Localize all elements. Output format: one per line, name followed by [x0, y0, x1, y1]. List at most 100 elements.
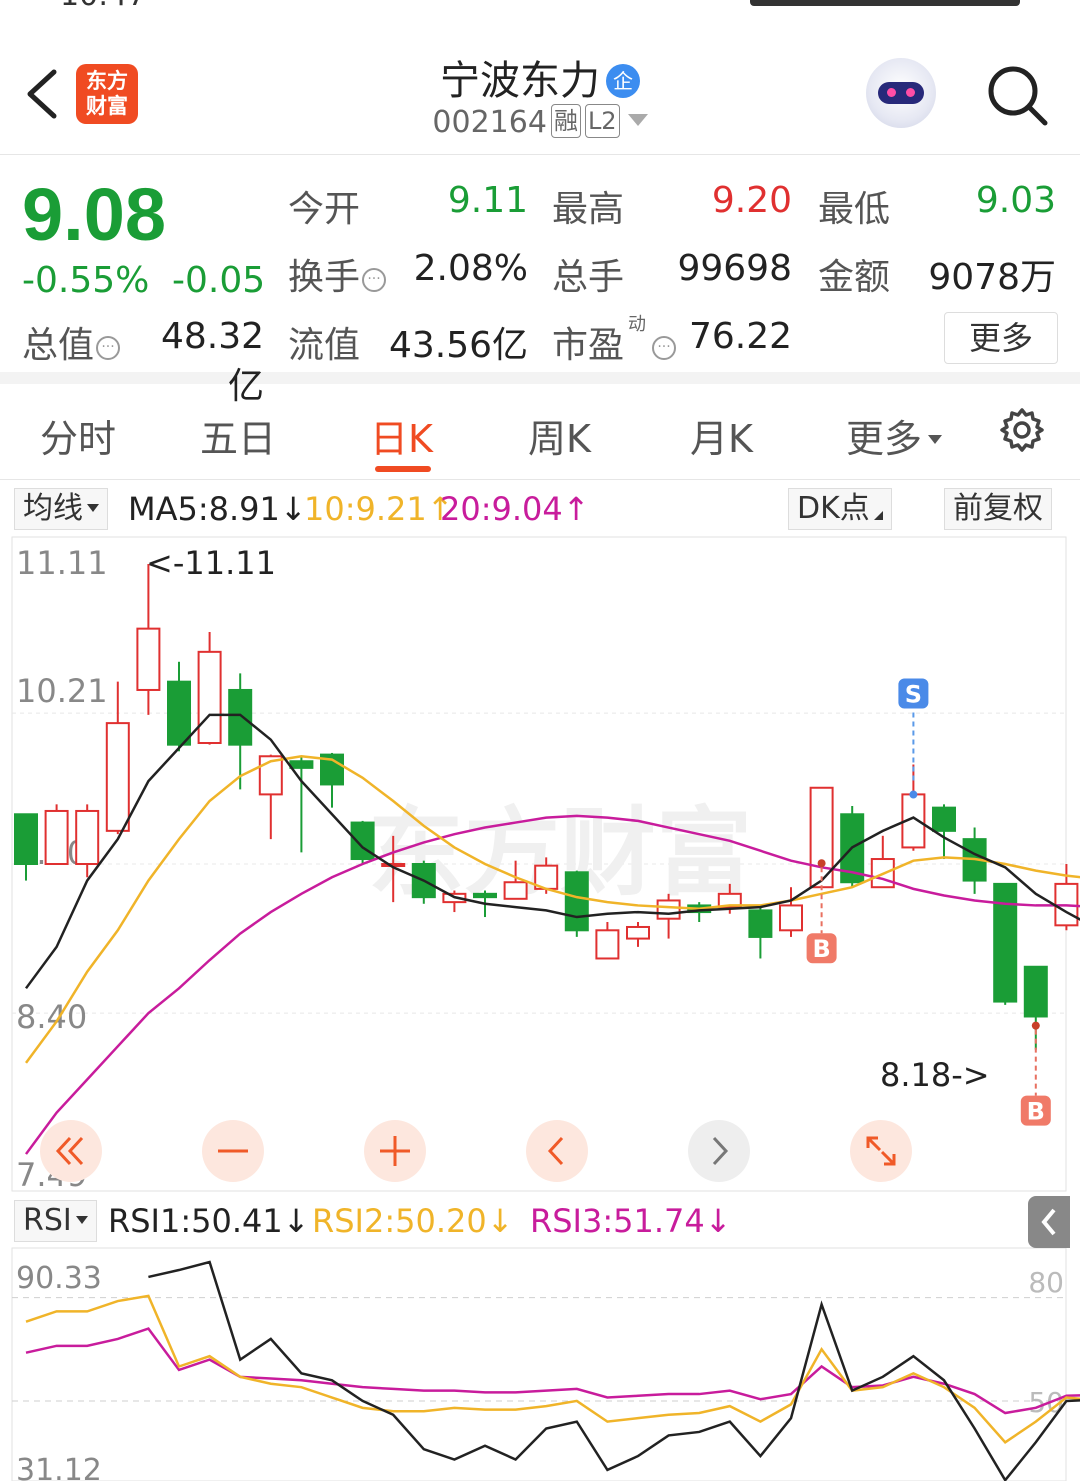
plus-icon — [380, 1136, 410, 1166]
margin-tag: 融 — [550, 104, 581, 138]
rsi2-value: RSI2:50.20↓ — [312, 1202, 514, 1240]
caret-down-icon — [87, 504, 99, 512]
arrow-down-icon: ↓ — [282, 1202, 310, 1240]
float-value: 43.56亿 — [388, 325, 528, 366]
expand-icon — [866, 1136, 896, 1166]
kline-chart[interactable]: 东方财富 11.11 10.21 9.30 8.40 7.49 SBSB <-1… — [0, 536, 1080, 1481]
low-label: 最低 — [818, 189, 891, 230]
ma5-value: MA5:8.91↓ — [128, 490, 307, 528]
rsi2-text: RSI2:50.20 — [312, 1202, 487, 1240]
fullscreen-button[interactable] — [850, 1120, 912, 1182]
collapse-panel-button[interactable] — [1028, 1196, 1070, 1248]
rsi3-line — [25, 1327, 1080, 1415]
chevron-right-icon — [712, 1136, 729, 1166]
mktcap-label[interactable]: 总值 ··· — [22, 316, 121, 368]
high-value: 9.20 — [711, 180, 792, 221]
zoom-out-button[interactable] — [202, 1120, 264, 1182]
status-bar: 10:47 — [0, 0, 1080, 14]
candle-body — [75, 809, 100, 866]
candle-body — [44, 809, 69, 866]
change-value: -0.05 — [172, 260, 266, 301]
chart-tabs: 分时 五日 日K 周K 月K 更多 — [0, 396, 1080, 480]
pe-value: 76.22 — [688, 316, 792, 357]
stock-name[interactable]: 宁波东力 — [440, 48, 600, 106]
rsi1-text: RSI1:50.41 — [108, 1202, 283, 1240]
tab-weekly-k[interactable]: 周K — [528, 408, 591, 463]
turnover-value: 2.08% — [413, 248, 528, 289]
tab-intraday[interactable]: 分时 — [40, 408, 116, 463]
candle-body — [1023, 965, 1048, 1018]
ma10-text: 10:9.21 — [304, 490, 427, 528]
axis-label-4: 8.40 — [16, 998, 87, 1036]
enterprise-badge-icon: 企 — [606, 64, 640, 98]
candle-body — [381, 863, 406, 867]
candle-body — [626, 925, 650, 940]
ma20-value: 20:9.04↑ — [440, 490, 590, 528]
chevron-down-icon — [627, 114, 648, 126]
low-value: 9.03 — [975, 180, 1056, 221]
sell-signal-dot — [909, 790, 918, 799]
rsi-grid — [12, 1297, 1066, 1402]
mktcap-label-text: 总值 — [22, 325, 95, 366]
current-price: 9.08 — [22, 173, 167, 256]
assistant-robot-icon[interactable] — [866, 58, 936, 128]
rsi-axis-min: 31.12 — [16, 1453, 102, 1481]
rsi-axis-80: 80 — [1028, 1266, 1064, 1299]
indicator-dropdown-label: 均线 — [23, 491, 83, 526]
corner-triangle-icon — [873, 511, 883, 520]
candle-body — [748, 909, 773, 938]
candle-body — [779, 904, 803, 932]
rsi3-text: RSI3:51.74 — [530, 1202, 705, 1240]
candle-body — [14, 813, 38, 866]
adjust-button[interactable]: 前复权 — [944, 488, 1052, 530]
scroll-right-button[interactable] — [688, 1120, 750, 1182]
search-icon[interactable] — [984, 62, 1050, 128]
rsi-bar: RSI RSI1:50.41↓ RSI2:50.20↓ RSI3:51.74↓ — [0, 1196, 1080, 1246]
dk-point-label: DK点 — [797, 491, 870, 526]
tab-five-day[interactable]: 五日 — [200, 408, 276, 463]
float-label: 流值 — [288, 325, 361, 366]
high-label: 最高 — [552, 189, 625, 230]
axis-label-2: 10.21 — [16, 672, 108, 710]
stock-header: 东方财富 宁波东力企 002164 融 L2 — [0, 30, 1080, 155]
candle-body — [564, 871, 589, 932]
rewind-button[interactable] — [40, 1120, 102, 1182]
dk-point-button[interactable]: DK点 — [788, 488, 892, 530]
candle-body — [136, 627, 161, 691]
indicator-dropdown[interactable]: 均线 — [14, 488, 108, 530]
volume-value: 99698 — [677, 248, 792, 289]
candle-body — [993, 882, 1018, 1003]
candle-body — [473, 892, 497, 899]
turnover-label[interactable]: 换手 ··· — [288, 248, 387, 300]
chart-canvas[interactable]: 东方财富 11.11 10.21 9.30 8.40 7.49 SBSB <-1… — [0, 536, 1080, 1481]
open-label: 今开 — [288, 189, 361, 230]
change-percent: -0.55% — [22, 260, 150, 301]
pe-label[interactable]: 市盈 ··· — [552, 316, 677, 368]
rsi-dropdown[interactable]: RSI — [14, 1200, 97, 1242]
pe-label-text: 市盈 — [552, 325, 625, 366]
l2-tag: L2 — [584, 104, 620, 138]
zoom-in-button[interactable] — [364, 1120, 426, 1182]
volume-label: 总手 — [552, 257, 625, 298]
double-chevron-left-icon — [55, 1136, 84, 1166]
chevron-left-icon — [1041, 1208, 1056, 1236]
max-price-marker: <-11.11 — [146, 544, 276, 582]
tab-monthly-k[interactable]: 月K — [690, 408, 753, 463]
scroll-left-button[interactable] — [526, 1120, 588, 1182]
open-value: 9.11 — [447, 180, 528, 221]
candle-body — [595, 929, 620, 960]
chevron-left-icon — [547, 1136, 564, 1166]
candle-body — [656, 899, 681, 920]
tab-daily-k[interactable]: 日K — [370, 408, 433, 463]
tab-more[interactable]: 更多 — [846, 408, 943, 463]
axis-label-max: 11.11 — [16, 544, 108, 582]
caret-down-icon — [75, 1216, 88, 1224]
buy-signal-label: B — [812, 935, 830, 963]
min-price-marker: 8.18-> — [880, 1056, 990, 1094]
caret-down-icon — [928, 435, 943, 444]
active-tab-indicator — [375, 466, 431, 472]
sell-signal-label: S — [905, 681, 922, 709]
gear-icon[interactable] — [998, 406, 1046, 454]
candle-body — [105, 722, 130, 832]
more-button[interactable]: 更多 — [944, 312, 1058, 364]
